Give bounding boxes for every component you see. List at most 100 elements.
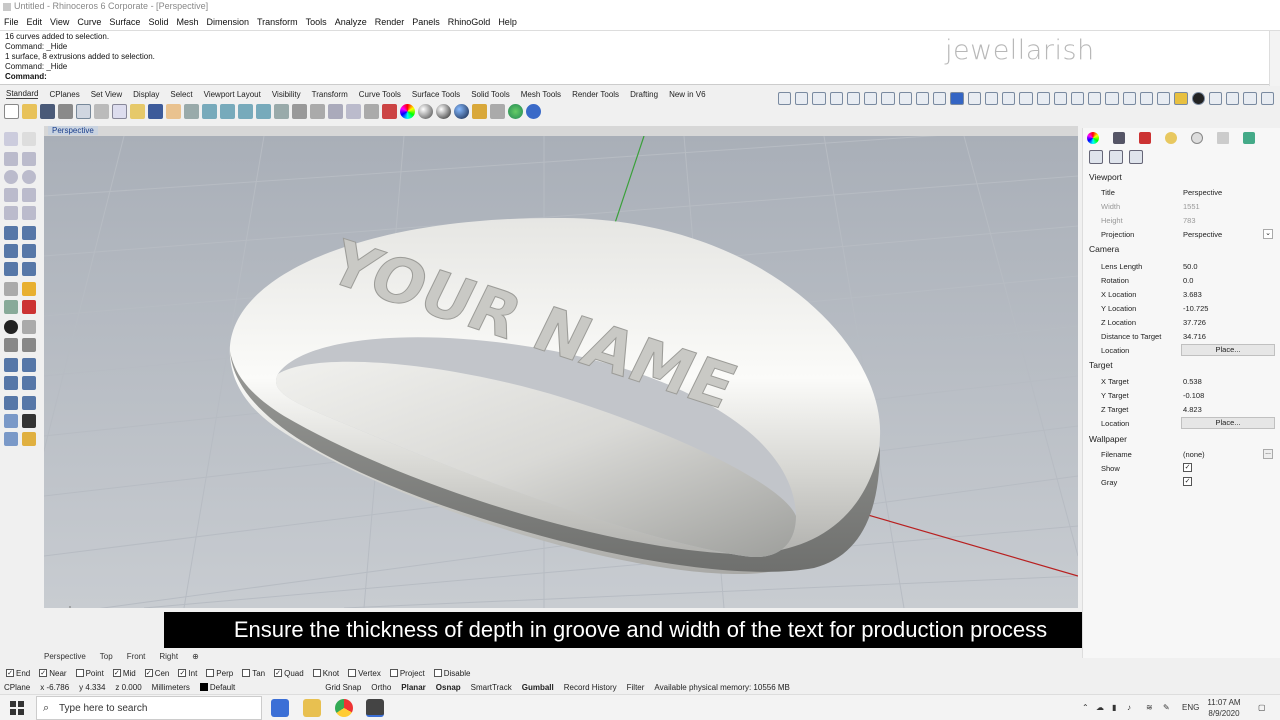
camera-place-button[interactable]: Place... xyxy=(1181,344,1275,356)
undo-view-icon[interactable] xyxy=(274,103,289,119)
print-icon[interactable] xyxy=(58,103,73,119)
curve-tool-icon[interactable] xyxy=(864,91,878,105)
smarttrack-toggle[interactable]: SmartTrack xyxy=(471,683,512,692)
osnap-point[interactable]: Point xyxy=(75,669,104,678)
gem-icon[interactable] xyxy=(950,91,964,105)
light-icon[interactable] xyxy=(472,103,487,119)
menu-dimension[interactable]: Dimension xyxy=(206,17,249,27)
checkbox[interactable] xyxy=(433,669,442,677)
rendered-sphere-icon[interactable] xyxy=(436,103,451,119)
lock-icon[interactable] xyxy=(364,103,379,119)
tab-curve-tools[interactable]: Curve Tools xyxy=(359,90,401,99)
calculator-app-icon[interactable] xyxy=(271,699,289,717)
grid-snap-toggle[interactable]: Grid Snap xyxy=(325,683,361,692)
view-tab-perspective[interactable]: Perspective xyxy=(44,652,86,661)
tab-display[interactable]: Display xyxy=(133,90,159,99)
flow-icon[interactable] xyxy=(4,414,18,428)
checkbox[interactable]: ✓ xyxy=(6,669,14,677)
osnap-mid[interactable]: ✓ Mid xyxy=(112,669,136,678)
curve-tool-icon[interactable] xyxy=(812,91,826,105)
mirror-icon[interactable] xyxy=(22,396,36,410)
tab-visibility[interactable]: Visibility xyxy=(272,90,301,99)
command-scrollbar[interactable] xyxy=(1269,31,1280,86)
curve-tool-icon[interactable] xyxy=(778,91,792,105)
surface-tool-icon[interactable] xyxy=(1070,91,1085,105)
osnap-disable[interactable]: Disable xyxy=(433,669,470,678)
language-indicator[interactable]: ENG xyxy=(1182,703,1199,712)
curve-tool-icon[interactable] xyxy=(829,91,843,105)
render-tool-icon[interactable] xyxy=(22,432,36,446)
check-icon[interactable] xyxy=(22,414,36,428)
target-place-button[interactable]: Place... xyxy=(1181,417,1275,429)
cplane-icon[interactable] xyxy=(310,103,325,119)
boolean-icon[interactable] xyxy=(4,320,18,334)
osnap-cen[interactable]: ✓ Cen xyxy=(144,669,169,678)
cylinder-icon[interactable] xyxy=(4,262,18,276)
pen-icon[interactable]: ✎ xyxy=(1163,703,1170,712)
tab-viewport-layout[interactable]: Viewport Layout xyxy=(204,90,261,99)
properties-tab-icon[interactable] xyxy=(1087,132,1099,144)
solid-tool-icon[interactable] xyxy=(1260,91,1274,105)
box-icon[interactable] xyxy=(4,244,18,258)
tab-select[interactable]: Select xyxy=(170,90,192,99)
wifi-icon[interactable]: ≋ xyxy=(1146,703,1153,712)
hide-icon[interactable] xyxy=(346,103,361,119)
surface-tool-icon[interactable] xyxy=(1036,91,1050,105)
chrome-icon[interactable] xyxy=(335,699,353,717)
add-view-tab-icon[interactable]: ⊕ xyxy=(192,652,199,661)
help-icon[interactable] xyxy=(526,103,541,119)
select-arrow-icon[interactable] xyxy=(4,132,18,146)
curve-tool-icon[interactable] xyxy=(846,91,861,105)
taskbar-search[interactable]: ⌕ Type here to search xyxy=(36,696,262,720)
menu-render[interactable]: Render xyxy=(375,17,405,27)
cloud-icon[interactable]: ☁ xyxy=(1096,703,1104,712)
menu-help[interactable]: Help xyxy=(498,17,517,27)
curve-tool-icon[interactable] xyxy=(881,91,895,105)
ortho-toggle[interactable]: Ortho xyxy=(371,683,391,692)
command-prompt[interactable]: Command: xyxy=(5,72,47,82)
tab-solid-tools[interactable]: Solid Tools xyxy=(471,90,510,99)
paste-icon[interactable] xyxy=(130,103,145,119)
sphere-tool-icon[interactable] xyxy=(1191,91,1205,105)
checkbox[interactable] xyxy=(389,669,398,677)
menu-surface[interactable]: Surface xyxy=(109,17,140,27)
surface-tool-icon[interactable] xyxy=(1019,91,1033,105)
analyze-icon[interactable] xyxy=(4,432,18,446)
menu-view[interactable]: View xyxy=(50,17,69,27)
four-view-icon[interactable] xyxy=(292,103,307,119)
checkbox[interactable] xyxy=(206,669,215,677)
osnap-vertex[interactable]: Vertex xyxy=(348,669,381,678)
rotate-view-icon[interactable] xyxy=(184,103,199,119)
tab-mesh-tools[interactable]: Mesh Tools xyxy=(521,90,561,99)
checkbox[interactable]: ✓ xyxy=(39,669,48,677)
filter-toggle[interactable]: Filter xyxy=(627,683,645,692)
tab-surface-tools[interactable]: Surface Tools xyxy=(412,90,460,99)
menu-solid[interactable]: Solid xyxy=(148,17,168,27)
loft-icon[interactable] xyxy=(22,226,36,240)
menu-curve[interactable]: Curve xyxy=(77,17,101,27)
browse-icon[interactable]: ... xyxy=(1263,449,1273,459)
light-tool-icon[interactable] xyxy=(22,282,36,296)
solid-tool-icon[interactable] xyxy=(1226,91,1240,105)
color-wheel-icon[interactable] xyxy=(400,103,415,119)
menu-analyze[interactable]: Analyze xyxy=(335,17,367,27)
view-tab-front[interactable]: Front xyxy=(127,652,146,661)
checkbox[interactable]: ✓ xyxy=(144,669,153,677)
tab-new-in-v6[interactable]: New in V6 xyxy=(669,90,705,99)
offset-icon[interactable] xyxy=(22,338,36,352)
view-tab-right[interactable]: Right xyxy=(159,652,178,661)
tray-chevron-icon[interactable]: ⌃ xyxy=(1082,703,1089,712)
zoom-dynamic-icon[interactable] xyxy=(202,103,217,119)
rhino-taskbar-icon[interactable] xyxy=(366,699,384,717)
cplane-label[interactable]: CPlane xyxy=(4,683,30,692)
checkbox[interactable]: ✓ xyxy=(178,669,187,677)
tab-set-view[interactable]: Set View xyxy=(91,90,122,99)
pan-hand-icon[interactable] xyxy=(166,103,181,119)
polyline-icon[interactable] xyxy=(4,152,18,166)
record-history-toggle[interactable]: Record History xyxy=(564,683,617,692)
materials-icon[interactable] xyxy=(508,103,523,119)
menu-file[interactable]: File xyxy=(4,17,19,27)
curve-tool-icon[interactable] xyxy=(933,91,947,105)
surface-tool-icon[interactable] xyxy=(984,91,999,105)
show-checkbox[interactable]: ✓ xyxy=(1183,463,1192,472)
